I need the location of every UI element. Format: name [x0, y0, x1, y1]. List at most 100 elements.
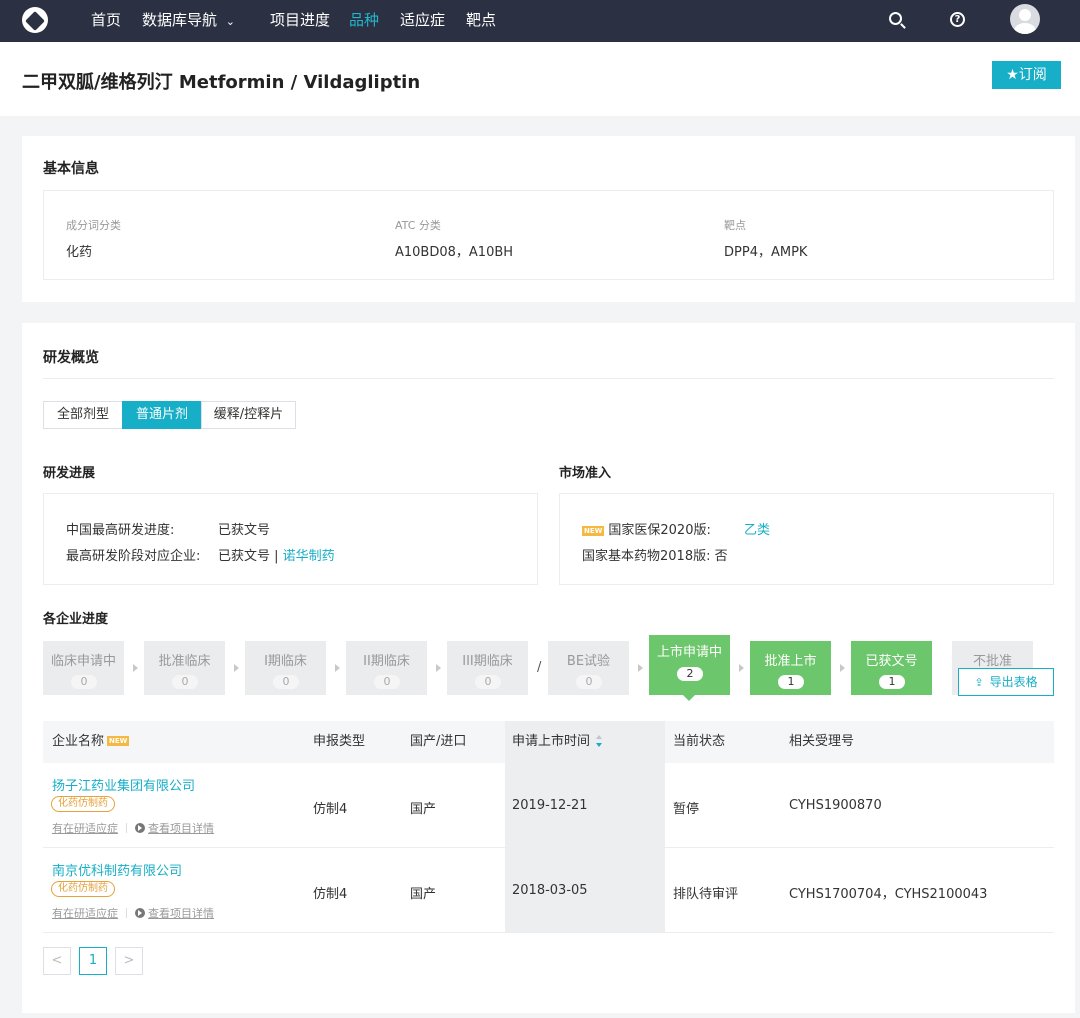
cell-date: 2018-03-05: [512, 883, 588, 898]
stage-clinical-approved[interactable]: 批准临床 0: [144, 641, 225, 695]
new-badge: NEW: [582, 526, 605, 536]
stage-license-granted[interactable]: 已获文号 1: [851, 641, 932, 695]
cell-accept-no[interactable]: CYHS1900870: [789, 798, 882, 813]
stage-name: III期临床: [462, 654, 513, 669]
rd-overview-card: 研发概览 全部剂型 普通片剂 缓释/控释片 研发进展 市场准入 中国最高研发进度…: [22, 323, 1075, 1013]
cell-status: 暂停: [673, 802, 700, 817]
chevron-down-icon: ⌄: [225, 15, 236, 28]
subscribe-button[interactable]: ★订阅: [992, 61, 1061, 89]
essential-drug-value: 否: [714, 549, 728, 564]
nrdl-value[interactable]: 乙类: [744, 519, 770, 538]
indication-link[interactable]: 有在研适应症: [52, 822, 118, 835]
tab-regular-tablet[interactable]: 普通片剂: [122, 401, 202, 429]
pager-next-button[interactable]: >: [115, 947, 143, 975]
highest-stage-status: 已获文号 |: [218, 549, 283, 564]
avatar[interactable]: [1010, 4, 1040, 34]
cn-highest-progress-label: 中国最高研发进度:: [66, 523, 175, 538]
market-access-box: NEW 国家医保2020版: 乙类 国家基本药物2018版: 否: [559, 493, 1054, 585]
basic-info-title: 基本信息: [43, 161, 99, 177]
row-links: 有在研适应症 查看项目详情: [52, 820, 214, 836]
stage-count: 1: [879, 675, 905, 689]
th-date[interactable]: 申请上市时间: [512, 721, 603, 763]
company-link[interactable]: 扬子江药业集团有限公司: [52, 775, 195, 794]
row-links: 有在研适应症 查看项目详情: [52, 905, 214, 921]
nav-target[interactable]: 靶点: [466, 0, 496, 42]
cell-status: 排队待审评: [673, 887, 739, 902]
page-header: 二甲双胍/维格列汀 Metformin / Vildagliptin ★订阅: [0, 42, 1080, 116]
stage-count: 0: [374, 675, 400, 689]
essential-drug-label-text: 国家基本药物2018版:: [582, 549, 711, 564]
stage-name: I期临床: [264, 654, 307, 669]
search-icon[interactable]: [889, 12, 902, 25]
stage-be-trial[interactable]: BE试验 0: [548, 641, 629, 695]
export-table-button[interactable]: ⇪ 导出表格: [958, 668, 1054, 696]
stage-market-approved[interactable]: 批准上市 1: [750, 641, 831, 695]
stage-name: II期临床: [363, 654, 410, 669]
tab-all-dosage[interactable]: 全部剂型: [43, 401, 123, 429]
target-label: 靶点: [724, 219, 746, 232]
arrow-right-icon: [234, 664, 239, 672]
atc-value: A10BD08，A10BH: [395, 245, 514, 260]
nav-home[interactable]: 首页: [91, 0, 121, 42]
cell-type: 仿制4: [313, 802, 348, 817]
highest-stage-company-label: 最高研发阶段对应企业:: [66, 549, 201, 564]
nav-indication[interactable]: 适应症: [400, 0, 445, 42]
stage-name: 批准上市: [764, 654, 817, 669]
link-separator: [126, 908, 127, 918]
th-status: 当前状态: [673, 734, 726, 749]
stage-count: 0: [172, 675, 198, 689]
cell-accept-no[interactable]: CYHS1700704，CYHS2100043: [789, 883, 987, 902]
drug-type-tag: 化药仿制药: [51, 796, 115, 812]
stage-phase-3[interactable]: III期临床 0: [447, 641, 528, 695]
help-icon[interactable]: ?: [950, 12, 965, 27]
cell-type: 仿制4: [313, 887, 348, 902]
novartis-link[interactable]: 诺华制药: [283, 549, 335, 564]
stage-name: 批准临床: [158, 654, 211, 669]
basic-info-card: 基本信息 成分词分类 化药 ATC 分类 A10BD08，A10BH 靶点 DP…: [22, 136, 1075, 302]
stage-market-application[interactable]: 上市申请中 2: [649, 635, 730, 701]
new-badge: NEW: [107, 736, 130, 746]
th-type: 申报类型: [313, 734, 366, 749]
indication-link[interactable]: 有在研适应症: [52, 907, 118, 920]
th-company: 企业名称 NEW: [52, 721, 130, 763]
sort-icon[interactable]: [596, 735, 603, 747]
th-company-label: 企业名称: [52, 734, 105, 749]
stage-name: 已获文号: [865, 654, 918, 669]
stage-clinical-application[interactable]: 临床申请中 0: [43, 641, 124, 695]
stage-name: 上市申请中: [656, 645, 722, 660]
rd-divider: [43, 378, 1054, 379]
pager-prev-button[interactable]: <: [43, 947, 71, 975]
project-detail-link[interactable]: 查看项目详情: [148, 822, 214, 835]
th-origin: 国产/进口: [410, 734, 467, 749]
stage-count: 0: [475, 675, 501, 689]
atc-label: ATC 分类: [395, 219, 441, 232]
project-detail-link[interactable]: 查看项目详情: [148, 907, 214, 920]
essential-drug-label: 国家基本药物2018版: 否: [582, 545, 728, 564]
arrow-right-icon: [840, 664, 845, 672]
stage-count: 0: [71, 675, 97, 689]
company-link[interactable]: 南京优科制药有限公司: [52, 860, 182, 879]
rd-progress-box: 中国最高研发进度: 已获文号 最高研发阶段对应企业: 已获文号 | 诺华制药: [43, 493, 538, 585]
stage-count: 0: [273, 675, 299, 689]
play-circle-icon: [135, 823, 145, 833]
nav-project-progress[interactable]: 项目进度: [270, 0, 330, 42]
nrdl-label: NEW 国家医保2020版:: [582, 519, 711, 538]
stage-count: 2: [677, 667, 703, 681]
cell-origin: 国产: [410, 887, 437, 902]
rd-progress-title: 研发进展: [43, 466, 96, 481]
arrow-right-icon: [335, 664, 340, 672]
company-progress-title: 各企业进度: [43, 612, 109, 627]
nav-database[interactable]: 数据库导航 ⌄: [142, 0, 235, 42]
market-access-title: 市场准入: [559, 466, 612, 481]
nav-database-label: 数据库导航: [142, 11, 218, 29]
stage-phase-1[interactable]: I期临床 0: [245, 641, 326, 695]
logo-icon[interactable]: [22, 7, 48, 33]
dosage-tabs: 全部剂型 普通片剂 缓释/控释片: [43, 401, 303, 429]
nav-variety[interactable]: 品种: [349, 0, 379, 42]
stage-phase-2[interactable]: II期临床 0: [346, 641, 427, 695]
pager-page-1[interactable]: 1: [79, 947, 107, 975]
table-row: 南京优科制药有限公司 化药仿制药 有在研适应症 查看项目详情 仿制4 国产 201…: [43, 848, 1054, 933]
basic-info-box: 成分词分类 化药 ATC 分类 A10BD08，A10BH 靶点 DPP4，AM…: [43, 190, 1054, 280]
stage-name: BE试验: [566, 654, 611, 669]
tab-sustained-release[interactable]: 缓释/控释片: [201, 401, 296, 429]
